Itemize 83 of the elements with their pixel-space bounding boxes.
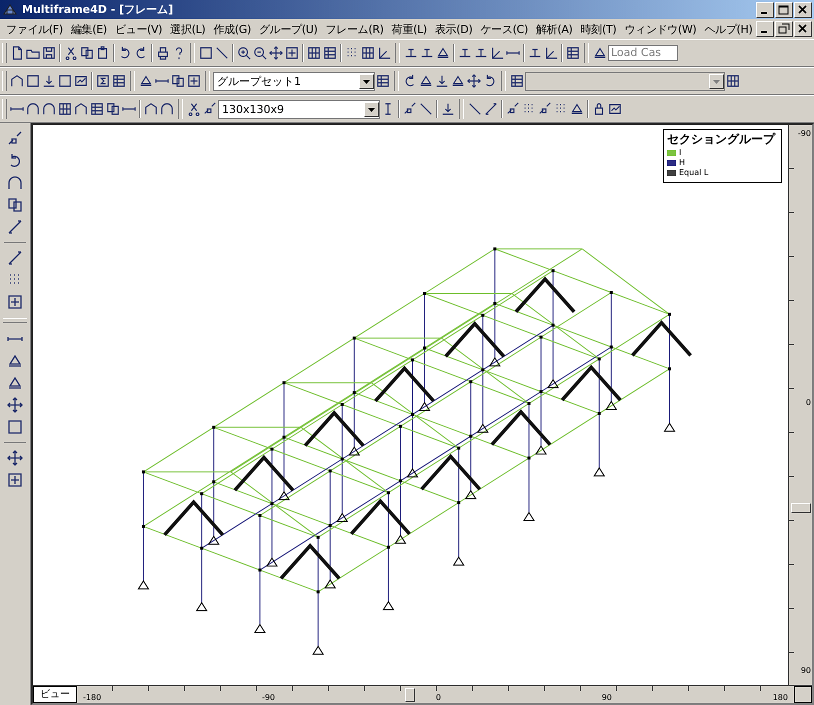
chart-icon[interactable] [73,73,89,89]
menu-item[interactable]: 荷重(L) [388,22,431,36]
axes-icon[interactable] [543,45,559,61]
save-icon[interactable] [41,45,57,61]
ruler-label: 0 [806,398,811,406]
menu-item[interactable]: ヘルプ(H) [700,22,756,36]
arrow-icon[interactable] [466,73,482,89]
arch-icon[interactable] [41,101,57,117]
legend-label: Equal L [679,168,708,178]
maximize-button[interactable] [775,2,793,18]
ruler-label: -90 [262,693,276,703]
menu-item[interactable]: 選択(L) [166,22,210,36]
scroll-thumb[interactable] [791,503,811,513]
grid-icon[interactable] [360,45,376,61]
legend-label: I [679,148,682,158]
zoom-in-icon[interactable] [236,45,252,61]
table-icon[interactable] [565,45,581,61]
tower-icon[interactable] [73,101,89,117]
axes-icon[interactable] [376,45,392,61]
table-icon[interactable] [111,73,127,89]
minimize-button[interactable] [756,2,774,18]
copy-icon[interactable] [79,45,95,61]
zoom-fit-icon[interactable] [284,45,300,61]
caret-icon[interactable] [359,74,374,88]
sigma-icon[interactable] [95,73,111,89]
menu-item[interactable]: ウィンドウ(W) [620,22,700,36]
menu-item[interactable]: グループ(U) [255,22,322,36]
chart-icon[interactable] [607,101,623,117]
shape-icon[interactable] [186,73,202,89]
menu-item[interactable]: ビュー(V) [110,22,166,36]
menu-item[interactable]: 時刻(T) [576,22,620,36]
ruler-label: -90 [798,129,811,138]
caret-icon[interactable] [364,102,379,116]
ruler-label: -180 [83,693,102,703]
load-icon[interactable] [440,101,456,117]
zoom-out-icon[interactable] [252,45,268,61]
curve-icon[interactable] [25,101,41,117]
ruler-label: 90 [800,666,811,675]
legend-title: セクショングループ [667,131,775,148]
line-icon[interactable] [467,101,483,117]
close-button[interactable] [794,2,812,18]
caret-icon[interactable] [709,74,724,88]
menu-item[interactable]: ファイル(F) [2,22,67,36]
menu-item[interactable]: 解析(A) [532,22,577,36]
window-title: Multiframe4D - [フレーム] [22,2,174,17]
grid-icon[interactable] [57,101,73,117]
line-icon[interactable] [418,101,434,117]
arrow-icon[interactable] [434,73,450,89]
ruler-label: 180 [772,693,788,703]
legend-label: H [679,158,686,168]
group-set-dropdown[interactable]: グループセット1 [213,72,375,90]
corner-box [794,686,812,703]
line-icon[interactable] [214,45,230,61]
minimize-button[interactable] [756,21,774,37]
print-icon[interactable] [155,45,171,61]
close-button[interactable] [794,21,812,37]
scroll-thumb[interactable] [405,688,415,702]
section-dropdown[interactable]: 130x130x9 [218,100,380,118]
axes-icon[interactable] [489,45,505,61]
cut-icon[interactable] [186,101,202,117]
grid-icon[interactable] [322,45,338,61]
grid-icon[interactable] [306,45,322,61]
select-box-icon[interactable] [198,45,214,61]
pan-icon[interactable] [268,45,284,61]
menu-item[interactable]: 作成(G) [209,22,255,36]
grid-icon[interactable] [89,101,105,117]
load-icon[interactable] [41,73,57,89]
arch-icon[interactable] [159,101,175,117]
cut-icon[interactable] [63,45,79,61]
view-tab[interactable]: ビュー [33,686,77,703]
ruler-label: 0 [436,693,441,703]
ruler-label: 90 [602,693,612,703]
grid-icon[interactable] [375,73,391,89]
restore-button[interactable] [775,21,794,37]
app-icon [2,2,18,18]
menu-item[interactable]: 表示(D) [430,22,476,36]
shape-icon[interactable] [138,73,154,89]
table-icon[interactable] [509,73,525,89]
load-case-field[interactable]: Load Cas [608,45,678,61]
menu-item[interactable]: 編集(E) [66,22,111,36]
grid-icon[interactable] [725,73,741,89]
menu-item[interactable]: フレーム(R) [322,22,388,36]
menu-item[interactable]: ケース(C) [476,22,532,36]
